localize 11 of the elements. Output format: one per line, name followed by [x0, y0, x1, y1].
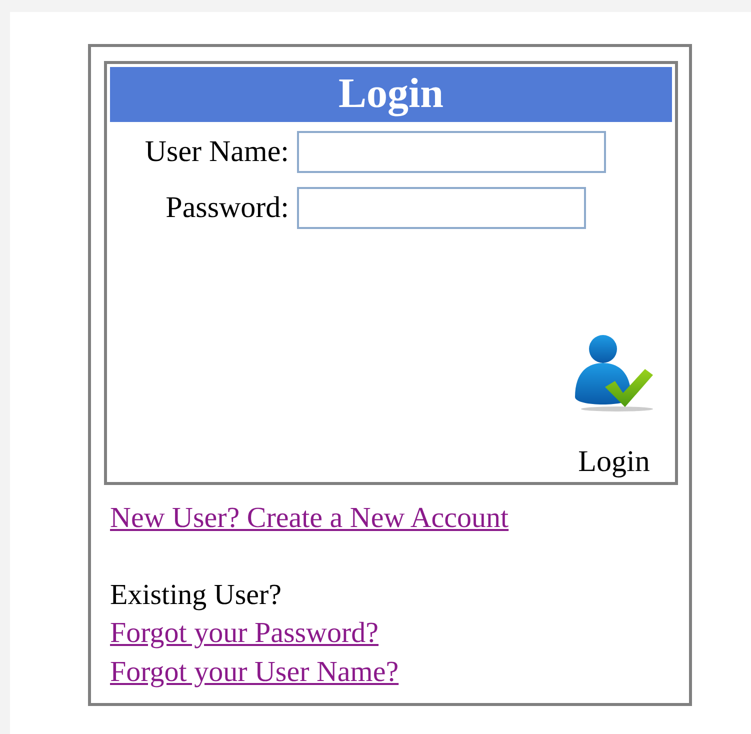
- link[interactable]: New User? Create a New Account: [110, 499, 509, 538]
- field-label: User Name:: [144, 134, 289, 170]
- login-title: Login: [110, 67, 672, 122]
- user-check-icon: [573, 333, 655, 413]
- username-field[interactable]: [297, 131, 606, 173]
- link[interactable]: Forgot your User Name?: [110, 652, 399, 691]
- password-field[interactable]: [297, 187, 586, 229]
- existing-user-text: Existing User?: [110, 578, 282, 612]
- link[interactable]: Forgot your Password?: [110, 614, 379, 652]
- login-button[interactable]: Login: [573, 333, 655, 479]
- field-label: Password:: [164, 190, 289, 226]
